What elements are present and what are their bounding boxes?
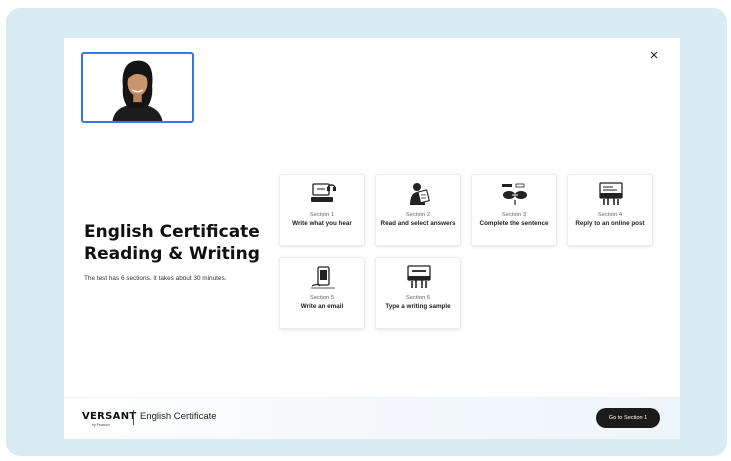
section-name: Write an email: [300, 303, 344, 310]
product-name: English Certificate: [140, 411, 217, 422]
reading-person-icon: [410, 183, 430, 205]
section-number: Section 3: [501, 212, 527, 218]
section-tile-3[interactable]: Section 3 Complete the sentence: [471, 174, 557, 246]
section-number: Section 4: [597, 212, 623, 218]
section-tile-5[interactable]: Section 5 Write an email: [279, 257, 365, 329]
section-number: Section 6: [405, 295, 431, 301]
section-name: Write what you hear: [292, 220, 352, 227]
webcam-preview: [81, 52, 194, 123]
section-tile-2[interactable]: Section 2 Read and select answers: [375, 174, 461, 246]
sections-grid: Section 1 Write what you hear Section 2 …: [277, 173, 677, 333]
section-number: Section 1: [309, 212, 335, 218]
email-device-icon: [311, 266, 335, 289]
footer-divider: [133, 410, 134, 425]
footer-bar: VERSANT by Pearson English Certificate G…: [64, 397, 680, 439]
section-tile-6[interactable]: Section 6 Type a writing sample: [375, 257, 461, 329]
section-number: Section 5: [309, 295, 335, 301]
section-name: Type a writing sample: [385, 303, 451, 310]
online-post-icon: [599, 182, 623, 205]
section-name: Read and select answers: [380, 220, 456, 227]
test-title: English Certificate Reading & Writing: [84, 221, 284, 265]
test-intro-card: × English Certificate Reading & Writing …: [64, 38, 680, 439]
versant-logo: VERSANT: [82, 411, 137, 422]
versant-logo-sub: by Pearson: [92, 423, 110, 427]
typing-headphones-icon: [311, 183, 336, 202]
close-icon[interactable]: ×: [646, 48, 662, 64]
section-name: Complete the sentence: [479, 220, 549, 227]
section-name: Reply to an online post: [575, 220, 645, 227]
section-number: Section 2: [405, 212, 431, 218]
title-line-2: Reading & Writing: [84, 244, 260, 264]
webcam-person-image: [84, 54, 191, 121]
test-description: The test has 6 sections. It takes about …: [84, 275, 227, 282]
go-to-section-button[interactable]: Go to Section 1: [596, 408, 660, 428]
writing-sample-icon: [407, 265, 431, 288]
sentence-bubbles-icon: [502, 183, 527, 205]
section-tile-4[interactable]: Section 4 Reply to an online post: [567, 174, 653, 246]
section-tile-1[interactable]: Section 1 Write what you hear: [279, 174, 365, 246]
title-line-1: English Certificate: [84, 222, 260, 242]
